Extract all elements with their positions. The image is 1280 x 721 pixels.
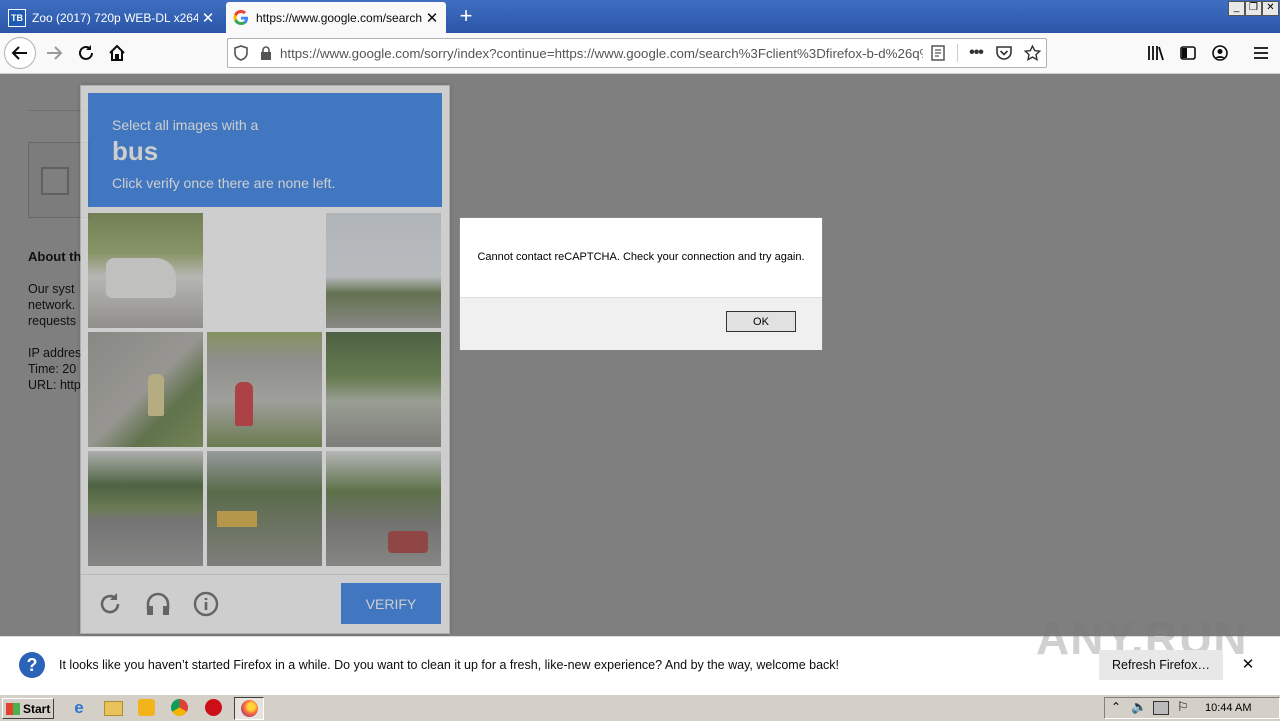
firefox-icon — [240, 700, 258, 717]
page-actions-icon[interactable]: ••• — [962, 44, 990, 62]
home-icon — [109, 44, 125, 61]
forward-button[interactable] — [38, 37, 70, 69]
navigation-toolbar: https://www.google.com/sorry/index?conti… — [0, 33, 1280, 74]
url-bar[interactable]: https://www.google.com/sorry/index?conti… — [227, 38, 1047, 68]
volume-icon[interactable]: 🔈 — [1131, 699, 1147, 715]
system-tray: ⌃ 🔈 ⚐ 10:44 AM — [1104, 697, 1280, 719]
challenge-target: bus — [112, 136, 159, 166]
url-text[interactable]: https://www.google.com/sorry/index?conti… — [280, 46, 923, 61]
dialog-message: Cannot contact reCAPTCHA. Check your con… — [477, 251, 805, 263]
account-icon — [1212, 45, 1228, 61]
media-player-icon[interactable] — [138, 699, 155, 716]
url-bar-divider — [957, 44, 958, 62]
refresh-firefox-button[interactable]: Refresh Firefox… — [1099, 650, 1223, 680]
shield-icon[interactable] — [234, 45, 250, 61]
library-icon — [1148, 46, 1164, 61]
opera-icon[interactable] — [205, 699, 222, 716]
image-tile-hydrant-red[interactable] — [207, 332, 322, 447]
sidebar-button[interactable] — [1172, 37, 1204, 69]
start-button[interactable]: Start — [2, 698, 54, 719]
google-g-icon — [233, 9, 249, 26]
audio-challenge-button[interactable] — [145, 591, 173, 619]
close-tab-icon[interactable]: ✕ — [424, 9, 440, 27]
restore-window-button[interactable]: ❐ — [1245, 1, 1262, 16]
challenge-instruction: Select all images with a — [112, 117, 259, 133]
tab-google[interactable]: https://www.google.com/search?q ✕ — [226, 2, 446, 33]
clock[interactable]: 10:44 AM — [1205, 702, 1251, 714]
ok-button[interactable]: OK — [726, 311, 796, 332]
arrow-left-icon — [11, 46, 27, 60]
windows-logo-icon — [6, 702, 20, 715]
alert-dialog: Cannot contact reCAPTCHA. Check your con… — [459, 217, 823, 350]
reload-icon — [79, 45, 93, 60]
challenge-header: Select all images with a bus Click verif… — [88, 93, 442, 207]
account-button[interactable] — [1204, 37, 1236, 69]
reload-icon — [100, 593, 120, 614]
back-button[interactable] — [4, 37, 36, 69]
help-button[interactable] — [193, 591, 221, 619]
start-label: Start — [23, 701, 51, 716]
close-window-button[interactable]: ✕ — [1262, 1, 1279, 16]
info-icon — [193, 591, 219, 617]
notification-message: It looks like you haven’t started Firefo… — [59, 658, 840, 672]
firefox-taskbar-button[interactable] — [234, 697, 264, 720]
reader-view-icon[interactable] — [923, 45, 953, 61]
reload-button[interactable] — [70, 37, 102, 69]
lock-icon[interactable] — [260, 45, 274, 61]
tab-label: https://www.google.com/search?q — [256, 10, 422, 25]
headphones-icon — [146, 592, 170, 615]
close-tab-icon[interactable]: ✕ — [200, 9, 216, 27]
ie-icon[interactable]: e — [70, 699, 88, 717]
image-tile-blank[interactable] — [207, 213, 322, 328]
chrome-icon[interactable] — [171, 699, 188, 716]
close-notification-button[interactable]: ✕ — [1240, 655, 1256, 673]
image-tile-bus[interactable] — [207, 451, 322, 566]
windows-taskbar: Start e ⌃ 🔈 ⚐ 10:44 AM — [0, 694, 1280, 721]
footer-divider — [81, 574, 449, 575]
image-tile-houses[interactable] — [326, 332, 441, 447]
recaptcha-challenge: Select all images with a bus Click verif… — [80, 85, 450, 634]
menu-button[interactable] — [1245, 37, 1277, 69]
pocket-icon[interactable] — [990, 46, 1018, 60]
image-tile-road[interactable] — [88, 451, 203, 566]
image-tile-intersection[interactable] — [326, 451, 441, 566]
new-tab-button[interactable]: + — [456, 2, 476, 30]
home-button[interactable] — [101, 37, 133, 69]
torrent-site-icon: TB — [8, 8, 26, 27]
refresh-firefox-notification: ? It looks like you haven’t started Fire… — [0, 612, 1280, 693]
explorer-folder-icon[interactable] — [104, 701, 123, 716]
question-icon: ? — [19, 652, 45, 678]
verify-button[interactable]: VERIFY — [341, 583, 441, 624]
library-button[interactable] — [1140, 37, 1172, 69]
challenge-hint: Click verify once there are none left. — [112, 175, 336, 191]
tab-strip: TB Zoo (2017) 720p WEB-DL x264 ESUB ✕ ht… — [0, 0, 1280, 33]
image-tile-boat[interactable] — [88, 213, 203, 328]
minimize-window-button[interactable]: _ — [1228, 1, 1245, 16]
bookmark-star-icon[interactable] — [1018, 45, 1046, 61]
image-tile-palms[interactable] — [326, 213, 441, 328]
tab-label: Zoo (2017) 720p WEB-DL x264 ESUB — [32, 10, 198, 25]
tab-zoo[interactable]: TB Zoo (2017) 720p WEB-DL x264 ESUB ✕ — [0, 2, 222, 33]
hamburger-menu-icon — [1254, 47, 1268, 59]
network-icon[interactable] — [1153, 701, 1169, 715]
reload-challenge-button[interactable] — [97, 591, 125, 619]
arrow-right-icon — [47, 46, 63, 60]
sidebar-icon — [1180, 46, 1196, 60]
image-tile-hydrant-yellow[interactable] — [88, 332, 203, 447]
dialog-footer: OK — [460, 297, 822, 350]
tray-expand-icon[interactable]: ⌃ — [1111, 700, 1121, 714]
action-center-flag-icon[interactable]: ⚐ — [1177, 699, 1189, 715]
